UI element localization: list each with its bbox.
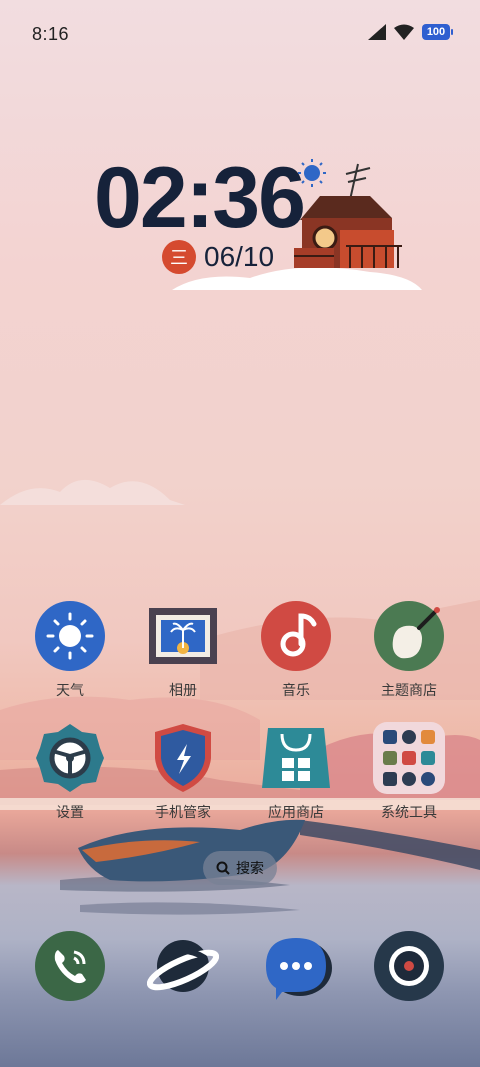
app-phone-manager[interactable]: 手机管家 [135,722,231,822]
app-system-tools-folder[interactable]: 系统工具 [361,722,457,822]
system-tools-folder-icon[interactable] [373,722,445,794]
battery-icon: 100 [422,24,453,40]
app-label: 设置 [56,804,84,820]
phone-manager-icon[interactable] [147,722,219,794]
dock-phone[interactable] [22,930,118,1002]
app-label: 手机管家 [155,804,211,820]
gallery-icon[interactable] [147,600,219,672]
status-bar: 8:16 100 [0,0,480,64]
music-icon[interactable] [260,600,332,672]
app-music[interactable]: 音乐 [248,600,344,700]
app-theme-store[interactable]: 主题商店 [361,600,457,700]
app-gallery[interactable]: 相册 [135,600,231,700]
app-label: 主题商店 [381,682,437,698]
app-label: 应用商店 [268,804,324,820]
app-app-store[interactable]: 应用商店 [248,722,344,822]
settings-icon[interactable] [34,722,106,794]
app-weather[interactable]: 天气 [22,600,118,700]
battery-level: 100 [426,26,446,38]
app-label: 天气 [56,682,84,698]
theme-store-icon[interactable] [373,600,445,672]
app-settings[interactable]: 设置 [22,722,118,822]
dock-browser[interactable] [135,930,231,1002]
status-icons: 100 [368,24,453,40]
house-illustration [172,163,422,290]
search-icon [216,861,230,875]
phone-icon[interactable] [34,930,106,1002]
app-label: 相册 [169,682,197,698]
app-label: 系统工具 [381,804,437,820]
wifi-icon [394,24,414,40]
app-store-icon[interactable] [260,722,332,794]
clock-widget[interactable]: 02:36 三 06/10 [94,150,434,300]
signal-icon [368,24,386,40]
dock-messages[interactable] [248,930,344,1002]
search-label: 搜索 [236,860,264,876]
dock-camera[interactable] [361,930,457,1002]
weather-icon[interactable] [34,600,106,672]
status-time: 8:16 [32,24,70,44]
browser-icon[interactable] [147,930,219,1002]
search-button[interactable]: 搜索 [203,851,277,885]
camera-icon[interactable] [373,930,445,1002]
messages-icon[interactable] [256,930,336,1002]
app-label: 音乐 [282,682,310,698]
